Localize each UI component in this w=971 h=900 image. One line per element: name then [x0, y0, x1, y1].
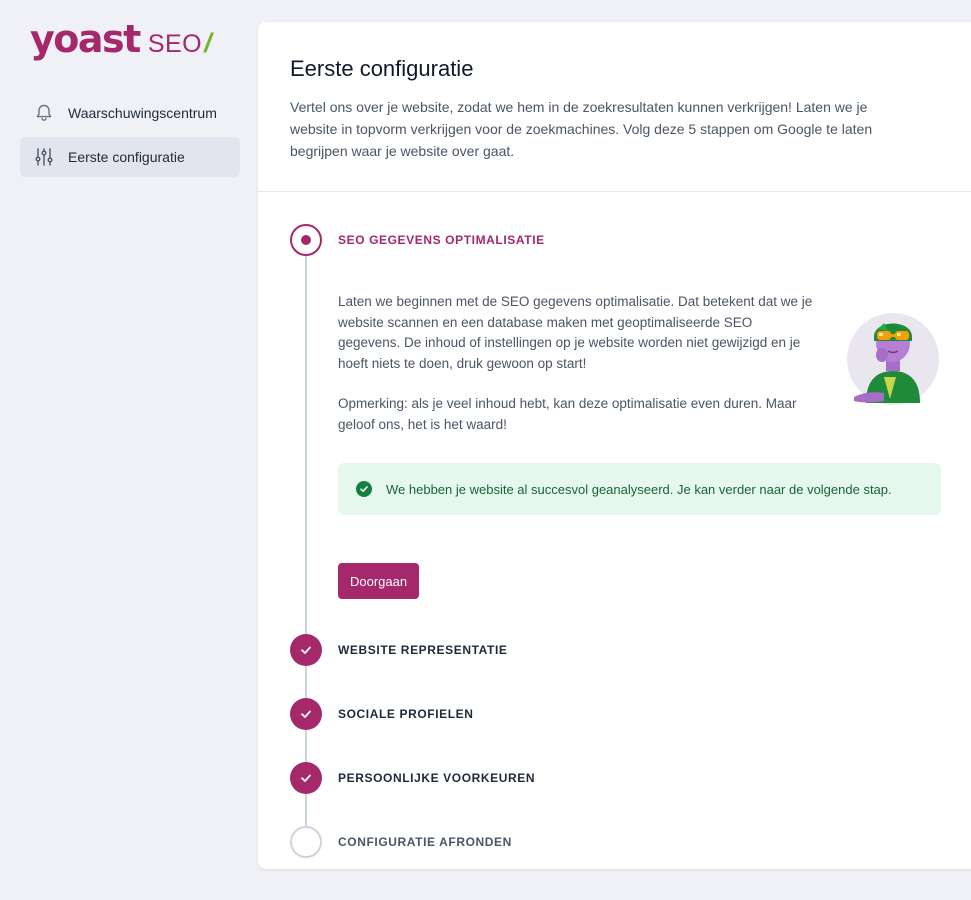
checkmark-icon [301, 774, 311, 782]
step-paragraph: Laten we beginnen met de SEO gegevens op… [338, 294, 813, 371]
step-configuratie-afronden[interactable]: CONFIGURATIE AFRONDEN [290, 826, 512, 858]
logo-product: SEO [147, 30, 203, 58]
sidebar-item-label: Eerste configuratie [68, 149, 185, 165]
step-label: WEBSITE REPRESENTATIE [338, 643, 508, 657]
step-body: Laten we beginnen met de SEO gegevens op… [338, 292, 948, 599]
success-alert: We hebben je website al succesvol geanal… [338, 463, 941, 515]
checkmark-icon [301, 646, 311, 654]
step-label: PERSOONLIJKE VOORKEUREN [338, 771, 536, 785]
step-connector [305, 256, 307, 636]
continue-button[interactable]: Doorgaan [338, 563, 420, 599]
sidebar-item-label: Waarschuwingscentrum [68, 105, 217, 121]
step-connector [305, 794, 307, 826]
step-persoonlijke-voorkeuren[interactable]: PERSOONLIJKE VOORKEUREN [290, 762, 535, 794]
configuration-card: Eerste configuratie Vertel ons over je w… [258, 22, 971, 869]
step-connector [305, 730, 307, 762]
step-sociale-profielen[interactable]: SOCIALE PROFIELEN [290, 698, 474, 730]
step-seo-gegevens[interactable]: SEO GEGEVENS OPTIMALISATIE [290, 224, 545, 256]
step-done-indicator [290, 698, 322, 730]
sliders-icon [34, 147, 54, 167]
step-note: Opmerking: als je veel inhoud hebt, kan … [338, 396, 797, 432]
bell-icon [34, 103, 54, 123]
sidebar-item-waarschuwingscentrum[interactable]: Waarschuwingscentrum [20, 93, 240, 133]
step-label: SOCIALE PROFIELEN [338, 707, 474, 721]
logo-brand: yoast [30, 17, 141, 61]
success-message: We hebben je website al succesvol geanal… [386, 481, 892, 497]
step-label: SEO GEGEVENS OPTIMALISATIE [338, 233, 545, 247]
step-connector [305, 666, 307, 698]
page-intro: Vertel ons over je website, zodat we hem… [290, 99, 873, 159]
step-active-indicator [290, 224, 322, 256]
step-todo-indicator [290, 826, 322, 858]
card-header: Eerste configuratie Vertel ons over je w… [258, 22, 971, 192]
checkmark-icon [301, 710, 311, 718]
logo-slash: / [204, 28, 212, 58]
step-done-indicator [290, 634, 322, 666]
character-illustration [844, 307, 942, 405]
check-circle-icon [356, 481, 372, 497]
page-title: Eerste configuratie [290, 56, 474, 81]
yoast-logo[interactable]: yoast SEO / [30, 20, 212, 59]
sidebar-nav: Waarschuwingscentrum Eerste configuratie [20, 93, 240, 181]
step-done-indicator [290, 762, 322, 794]
step-label: CONFIGURATIE AFRONDEN [338, 835, 512, 849]
step-description: Laten we beginnen met de SEO gegevens op… [338, 292, 818, 435]
sidebar-item-eerste-configuratie[interactable]: Eerste configuratie [20, 137, 240, 177]
step-website-representatie[interactable]: WEBSITE REPRESENTATIE [290, 634, 508, 666]
